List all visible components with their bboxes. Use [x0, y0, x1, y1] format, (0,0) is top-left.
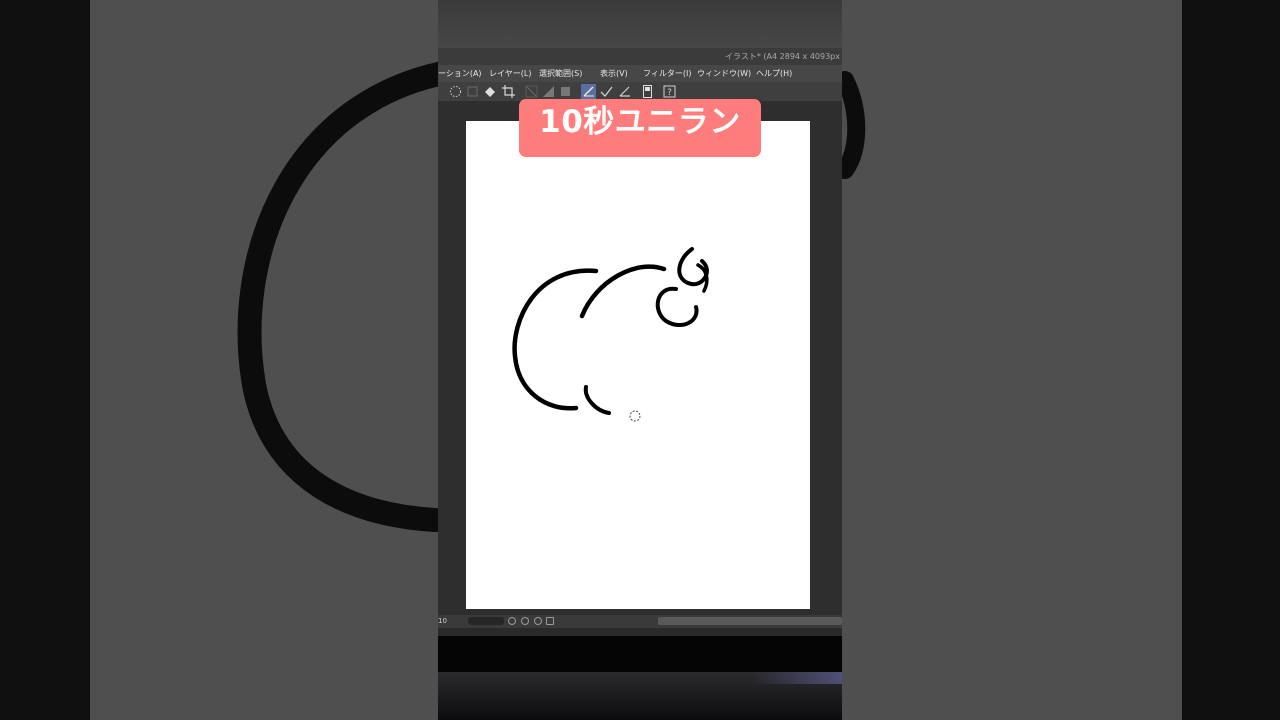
pen-check-icon[interactable]: [599, 84, 614, 99]
menu-bar: ーション(A) レイヤー(L) 選択範囲(S) 表示(V) フィルター(I) ウ…: [438, 65, 842, 82]
title-banner: 10秒ユニラン: [519, 99, 761, 157]
document-title: イラスト* (A4 2894 x 4093px: [725, 52, 840, 61]
black-band: [438, 636, 842, 672]
video-frame: イラスト* (A4 2894 x 4093px ーション(A) レイヤー(L) …: [438, 0, 842, 720]
transform-icon[interactable]: [465, 84, 480, 99]
line-icon[interactable]: [524, 84, 539, 99]
help-icon[interactable]: ?: [662, 84, 677, 99]
stroke-ear-loop: [655, 286, 699, 327]
drawing-paper[interactable]: [466, 121, 810, 609]
menu-selection[interactable]: 選択範囲(S): [539, 65, 582, 82]
stroke-left-arc: [512, 268, 599, 411]
menu-layer[interactable]: レイヤー(L): [489, 65, 531, 82]
pen-active-icon[interactable]: [581, 84, 596, 99]
rotate-left-icon[interactable]: [508, 617, 516, 625]
menu-view[interactable]: 表示(V): [600, 65, 628, 82]
marquee-icon[interactable]: [448, 84, 463, 99]
reset-rotation-icon[interactable]: [534, 617, 542, 625]
menu-help[interactable]: ヘルプ(H): [756, 65, 792, 82]
stroke-chin-curve: [583, 385, 611, 415]
fill-icon[interactable]: [483, 84, 498, 99]
line-drawing: [512, 247, 709, 422]
rotate-right-icon[interactable]: [521, 617, 529, 625]
flip-icon[interactable]: [546, 617, 554, 625]
svg-text:?: ?: [667, 88, 672, 98]
page-icon[interactable]: [640, 84, 655, 99]
navigator-bar: 10: [438, 615, 842, 628]
zoom-value: 10: [438, 617, 447, 625]
horizontal-scrollbar[interactable]: [658, 617, 842, 625]
stroke-head-arc: [579, 264, 667, 319]
brush-cursor-icon: [629, 410, 641, 422]
glow-accent: [752, 672, 842, 684]
status-strip: [438, 628, 842, 636]
menu-window[interactable]: ウィンドウ(W): [697, 65, 751, 82]
square-icon[interactable]: [558, 84, 573, 99]
bottom-blurred-strip: [438, 672, 842, 720]
top-blurred-strip: [438, 0, 842, 48]
crop-icon[interactable]: [501, 84, 516, 99]
menu-filter[interactable]: フィルター(I): [643, 65, 691, 82]
zoom-slider[interactable]: [468, 617, 504, 625]
title-bar: イラスト* (A4 2894 x 4093px: [438, 48, 842, 65]
menu-animation[interactable]: ーション(A): [438, 65, 482, 82]
ruler-icon[interactable]: [617, 84, 632, 99]
gradient-icon[interactable]: [541, 84, 556, 99]
canvas-area[interactable]: [438, 101, 842, 615]
